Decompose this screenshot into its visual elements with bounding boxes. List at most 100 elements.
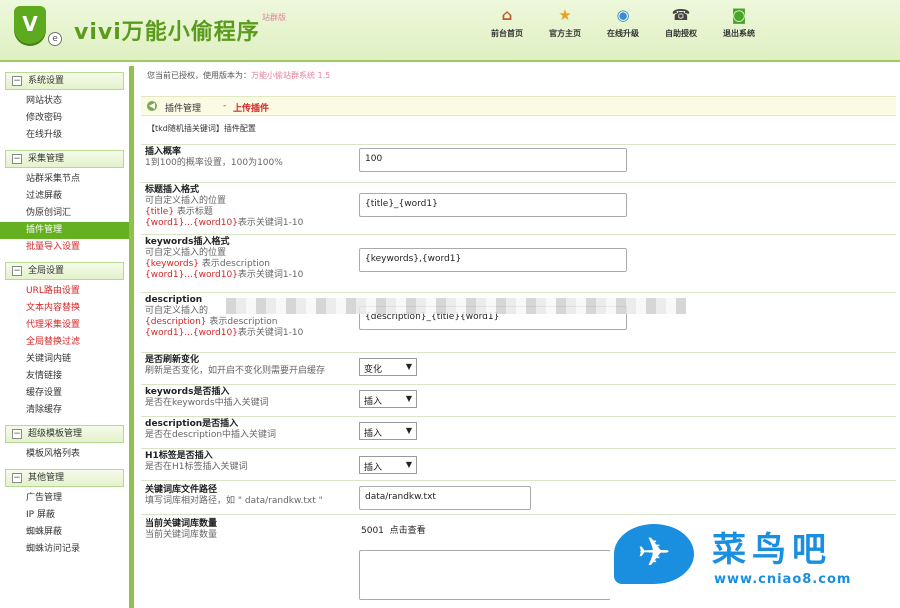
keyword-path-input[interactable]: data/randkw.txt — [359, 486, 531, 510]
sidebar-item[interactable]: 伪原创词汇 — [0, 205, 129, 222]
sidebar-item[interactable]: 在线升级 — [0, 127, 129, 144]
title-token: {title} — [145, 207, 175, 217]
nav-button-2[interactable]: ◉ 在线升级 — [594, 4, 652, 44]
description-insert-label-block: description是否插入 是否在description中插入关键词 — [145, 419, 276, 441]
nav-button-4[interactable]: ◙ 退出系统 — [710, 4, 768, 44]
sidebar-group-title: 超级模板管理 — [28, 429, 83, 439]
keyword-count-help: 当前关键词库数量 — [145, 530, 218, 540]
dropdown-arrow-icon: ▼ — [405, 362, 412, 371]
sidebar-item[interactable]: 友情链接 — [0, 368, 129, 385]
sidebar-group-header[interactable]: − 超级模板管理 — [5, 425, 124, 443]
refresh-select-value: 变化 — [364, 365, 383, 375]
rate-label-block: 插入概率 1到100的概率设置，100为100% — [145, 147, 283, 169]
sidebar-group-header[interactable]: − 全局设置 — [5, 262, 124, 280]
sidebar-group-items: 广告管理 IP 屏蔽 蜘蛛屏蔽 蜘蛛访问记录 — [5, 487, 124, 558]
form-row-description-insert: description是否插入 是否在description中插入关键词 插入 ▼ — [141, 416, 896, 448]
sidebar-item[interactable]: 广告管理 — [0, 490, 129, 507]
license-notice-prefix: 您当前已授权，使用版本为： — [147, 71, 251, 80]
sidebar-group-items: URL路由设置 文本内容替换 代理采集设置 全局替换过滤 关键词内链 友情链接 缓存设置 清除… — [5, 280, 124, 419]
collapse-icon[interactable]: − — [12, 429, 22, 439]
sidebar-item[interactable]: 模板风格列表 — [0, 446, 129, 463]
h1-insert-select[interactable]: 插入 ▼ — [359, 456, 417, 474]
keywords-format-help1: 可自定义插入的位置 — [145, 248, 227, 258]
keyword-path-help: 填写词库相对路径，如 " data/randkw.txt " — [145, 496, 323, 506]
title-format-label-block: 标题插入格式 可自定义插入的位置 {title} 表示标题 {word1}...… — [145, 185, 303, 229]
sidebar-item[interactable]: 过滤屏蔽 — [0, 188, 129, 205]
breadcrumb-parent[interactable]: 插件管理 — [165, 101, 201, 114]
keyword-count-value-wrap: 5001 点击查看 — [361, 523, 426, 536]
sidebar-group-header[interactable]: − 采集管理 — [5, 150, 124, 168]
keyword-list-textarea[interactable] — [359, 550, 611, 600]
nav-label: 在线升级 — [607, 29, 639, 38]
collapse-icon[interactable]: − — [12, 154, 22, 164]
nav-label: 前台首页 — [491, 29, 523, 38]
word-token: {word1}...{word10} — [145, 270, 238, 280]
word-token: {word1}...{word10} — [145, 218, 238, 228]
keyword-path-label-block: 关键词库文件路径 填写词库相对路径，如 " data/randkw.txt " — [145, 485, 323, 507]
keywords-insert-select[interactable]: 插入 ▼ — [359, 390, 417, 408]
refresh-select[interactable]: 变化 ▼ — [359, 358, 417, 376]
description-token: {description} — [145, 317, 207, 327]
word-token-desc: 表示关键词1-10 — [237, 328, 304, 338]
nav-button-0[interactable]: ⌂ 前台首页 — [478, 4, 536, 44]
keywords-format-input[interactable]: {keywords},{word1} — [359, 248, 627, 272]
sidebar-item[interactable]: 插件管理 — [0, 222, 129, 239]
description-insert-label: description是否插入 — [145, 419, 239, 429]
collapse-icon[interactable]: − — [12, 473, 22, 483]
form-row-keyword-path: 关键词库文件路径 填写词库相对路径，如 " data/randkw.txt " … — [141, 480, 896, 514]
description-insert-select[interactable]: 插入 ▼ — [359, 422, 417, 440]
sidebar-group: − 超级模板管理 模板风格列表 — [5, 425, 124, 463]
sidebar-item[interactable]: 修改密码 — [0, 110, 129, 127]
sidebar-item[interactable]: 网站状态 — [0, 93, 129, 110]
keywords-token: {keywords} — [145, 259, 200, 269]
sidebar-group-header[interactable]: − 其他管理 — [5, 469, 124, 487]
collapse-icon[interactable]: − — [12, 266, 22, 276]
collapse-icon[interactable]: − — [12, 76, 22, 86]
sidebar-item[interactable]: 批量导入设置 — [0, 239, 129, 256]
breadcrumb: ◀ 插件管理 - 上传插件 — [141, 96, 896, 116]
dropdown-arrow-icon: ▼ — [405, 426, 412, 435]
back-arrow-icon[interactable]: ◀ — [147, 101, 157, 111]
sidebar-item[interactable]: 文本内容替换 — [0, 300, 129, 317]
rate-label: 插入概率 — [145, 147, 182, 157]
keywords-format-help2: {keywords} 表示description — [145, 259, 303, 270]
sidebar-item[interactable]: URL路由设置 — [0, 283, 129, 300]
view-keywords-link[interactable]: 点击查看 — [390, 526, 426, 536]
sidebar-item[interactable]: 全局替换过滤 — [0, 334, 129, 351]
word-token-desc: 表示关键词1-10 — [237, 218, 304, 228]
nav-button-1[interactable]: ★ 官方主页 — [536, 4, 594, 44]
nav-label: 退出系统 — [723, 29, 755, 38]
sidebar-item[interactable]: 关键词内链 — [0, 351, 129, 368]
nav-button-3[interactable]: ☎ 自助授权 — [652, 4, 710, 44]
page-title: 【tkd随机插关键词】插件配置 — [147, 124, 256, 133]
sidebar-item[interactable]: 蜘蛛访问记录 — [0, 541, 129, 558]
sidebar-item[interactable]: 蜘蛛屏蔽 — [0, 524, 129, 541]
rate-input[interactable]: 100 — [359, 148, 627, 172]
home-icon: ⌂ — [501, 6, 513, 24]
refresh-help: 刷新是否变化，如开启不变化则需要开启缓存 — [145, 366, 326, 376]
h1-insert-value: 插入 — [364, 463, 383, 473]
description-format-help2: {description} 表示description — [145, 317, 303, 328]
rate-help: 1到100的概率设置，100为100% — [145, 158, 283, 168]
sidebar-item[interactable]: IP 屏蔽 — [0, 507, 129, 524]
watermark-title: 菜鸟吧 — [712, 530, 832, 570]
watermark: ✈ 菜鸟吧 www.cniao8.com — [610, 518, 900, 608]
globe-icon: ◉ — [616, 6, 630, 24]
keywords-format-label: keywords插入格式 — [145, 237, 230, 247]
ie-badge-icon: e — [48, 32, 62, 46]
edition-badge: 站群版 — [262, 13, 286, 22]
rss-exit-icon: ◙ — [731, 6, 747, 24]
form-row-h1-insert: H1标签是否插入 是否在H1标签插入关键词 插入 ▼ — [141, 448, 896, 480]
sidebar-group-items: 模板风格列表 — [5, 443, 124, 463]
sidebar-item[interactable]: 代理采集设置 — [0, 317, 129, 334]
breadcrumb-separator: - — [223, 101, 227, 111]
form-row-title-format: 标题插入格式 可自定义插入的位置 {title} 表示标题 {word1}...… — [141, 182, 896, 234]
title-format-input[interactable]: {title}_{word1} — [359, 193, 627, 217]
sidebar-group-header[interactable]: − 系统设置 — [5, 72, 124, 90]
breadcrumb-current[interactable]: 上传插件 — [233, 101, 269, 114]
sidebar-item[interactable]: 清除缓存 — [0, 402, 129, 419]
title-format-help2: {title} 表示标题 — [145, 207, 303, 218]
sidebar-item[interactable]: 站群采集节点 — [0, 171, 129, 188]
sidebar-item[interactable]: 缓存设置 — [0, 385, 129, 402]
title-format-help3: {word1}...{word10}表示关键词1-10 — [145, 218, 303, 229]
